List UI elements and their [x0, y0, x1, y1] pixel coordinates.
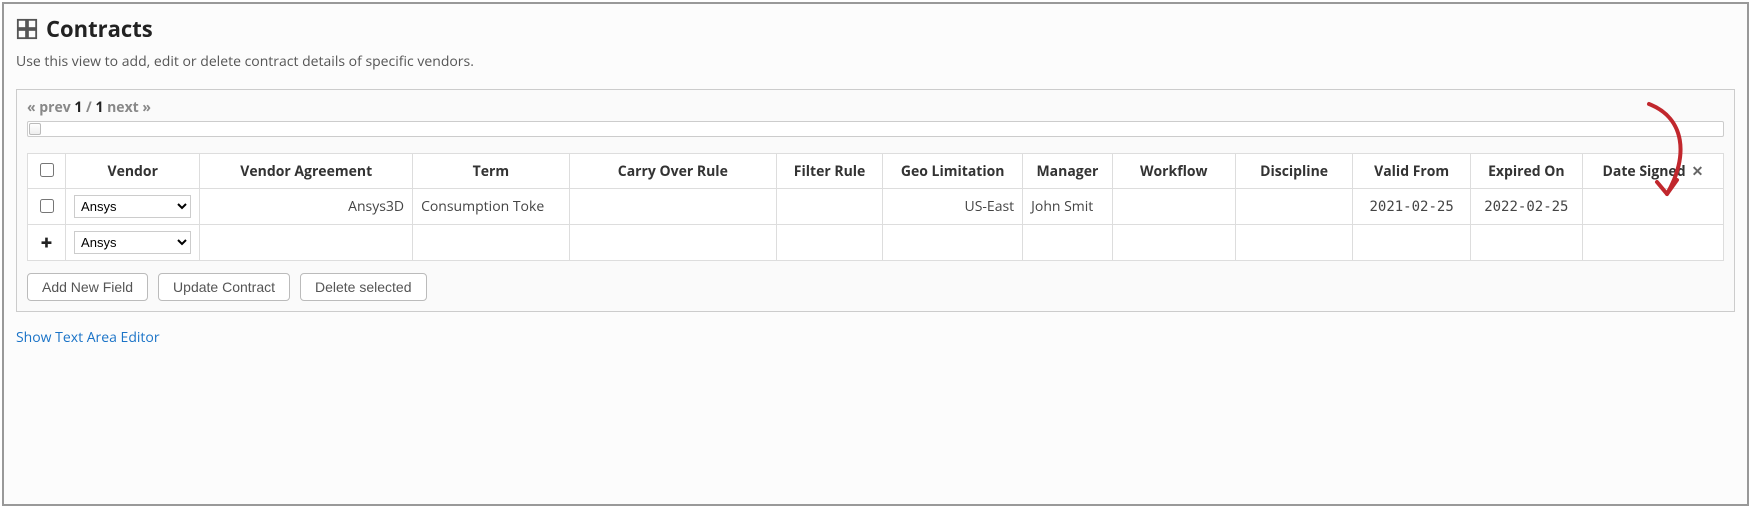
col-vendor: Vendor [66, 154, 200, 189]
cell-term[interactable]: Consumption Toke [413, 189, 570, 225]
action-button-row: Add New Field Update Contract Delete sel… [27, 273, 1724, 301]
cell-vendor-agreement[interactable]: Ansys3D [200, 189, 413, 225]
col-manager: Manager [1023, 154, 1113, 189]
col-expired-on: Expired On [1470, 154, 1582, 189]
add-field-button[interactable]: Add New Field [27, 273, 148, 301]
pager-sep: / [86, 98, 92, 117]
row-checkbox[interactable] [40, 199, 54, 213]
scrollbar-thumb[interactable] [29, 123, 41, 135]
cell-term[interactable] [413, 225, 570, 261]
cell-workflow[interactable] [1112, 189, 1235, 225]
cell-valid-from[interactable]: 2021-02-25 [1353, 189, 1471, 225]
grid-icon [16, 18, 38, 40]
col-filter-rule: Filter Rule [776, 154, 882, 189]
cell-vendor-agreement[interactable] [200, 225, 413, 261]
table-row-new: + Ansys [28, 225, 1724, 261]
delete-selected-button[interactable]: Delete selected [300, 273, 427, 301]
cell-valid-from[interactable] [1353, 225, 1471, 261]
close-column-icon[interactable]: ✕ [1692, 162, 1704, 181]
title-row: Contracts [16, 14, 1735, 44]
contracts-table: Vendor Vendor Agreement Term Carry Over … [27, 153, 1724, 261]
page-title: Contracts [46, 14, 153, 44]
page-subtitle: Use this view to add, edit or delete con… [16, 52, 1735, 71]
cell-filter-rule[interactable] [776, 189, 882, 225]
col-date-signed-label: Date Signed [1603, 162, 1686, 181]
cell-date-signed[interactable] [1582, 189, 1723, 225]
update-contract-button[interactable]: Update Contract [158, 273, 290, 301]
cell-geo-limitation[interactable] [883, 225, 1023, 261]
cell-manager[interactable]: John Smit [1023, 189, 1113, 225]
cell-expired-on[interactable]: 2022-02-25 [1470, 189, 1582, 225]
vendor-select[interactable]: Ansys [74, 231, 191, 254]
col-term: Term [413, 154, 570, 189]
cell-date-signed[interactable] [1582, 225, 1723, 261]
table-panel: « prev 1 / 1 next » Vendor Vendor A [16, 89, 1735, 312]
col-date-signed: Date Signed ✕ [1582, 154, 1723, 189]
col-carry-over-rule: Carry Over Rule [569, 154, 776, 189]
cell-discipline[interactable] [1235, 189, 1353, 225]
cell-filter-rule[interactable] [776, 225, 882, 261]
add-row-icon[interactable]: + [36, 233, 57, 253]
select-all-checkbox[interactable] [40, 163, 54, 177]
pager-total: 1 [95, 98, 103, 117]
page-container: Contracts Use this view to add, edit or … [2, 2, 1749, 506]
cell-discipline[interactable] [1235, 225, 1353, 261]
pager-prev[interactable]: « prev [27, 98, 71, 117]
col-discipline: Discipline [1235, 154, 1353, 189]
col-workflow: Workflow [1112, 154, 1235, 189]
pager-next[interactable]: next » [107, 98, 151, 117]
cell-vendor: Ansys [66, 225, 200, 261]
col-valid-from: Valid From [1353, 154, 1471, 189]
show-text-area-editor-link[interactable]: Show Text Area Editor [16, 328, 160, 347]
cell-carry-over[interactable] [569, 225, 776, 261]
horizontal-scrollbar[interactable] [27, 121, 1724, 137]
col-geo-limitation: Geo Limitation [883, 154, 1023, 189]
table-row: Ansys Ansys3D Consumption Toke US-East J… [28, 189, 1724, 225]
col-checkbox [28, 154, 66, 189]
pager: « prev 1 / 1 next » [27, 98, 1724, 117]
table-header-row: Vendor Vendor Agreement Term Carry Over … [28, 154, 1724, 189]
cell-expired-on[interactable] [1470, 225, 1582, 261]
cell-workflow[interactable] [1112, 225, 1235, 261]
col-vendor-agreement: Vendor Agreement [200, 154, 413, 189]
cell-geo-limitation[interactable]: US-East [883, 189, 1023, 225]
cell-manager[interactable] [1023, 225, 1113, 261]
cell-carry-over[interactable] [569, 189, 776, 225]
vendor-select[interactable]: Ansys [74, 195, 191, 218]
pager-current: 1 [74, 98, 82, 117]
cell-vendor: Ansys [66, 189, 200, 225]
